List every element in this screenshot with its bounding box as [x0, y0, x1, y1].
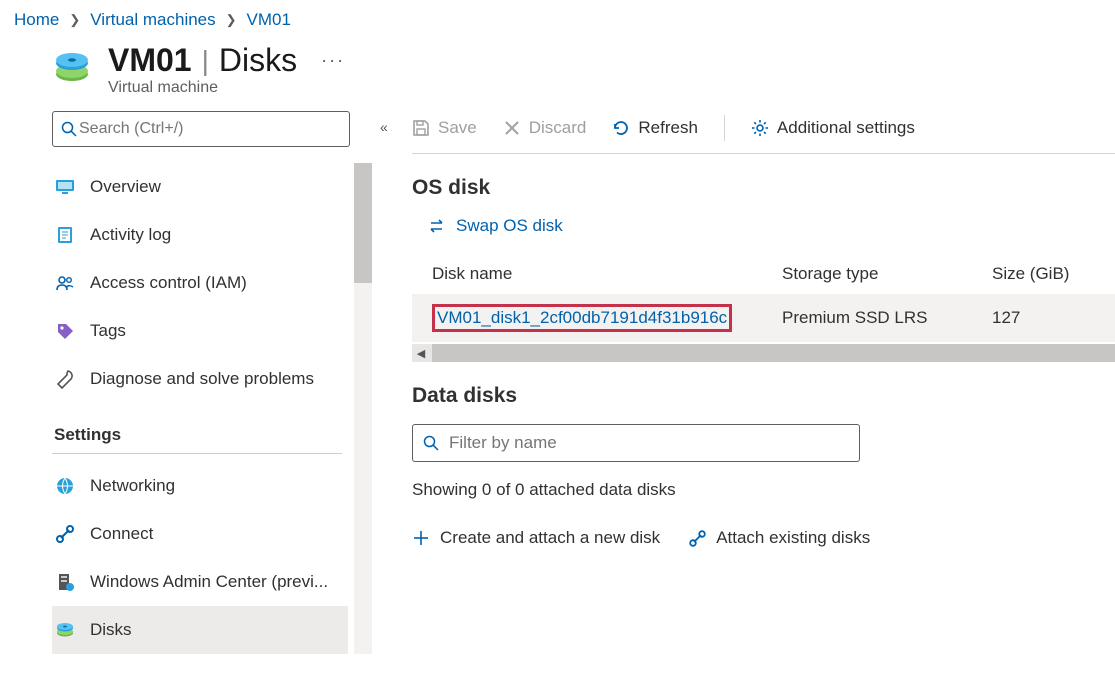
log-icon: [54, 225, 76, 245]
sidebar-item-label: Activity log: [90, 225, 171, 245]
breadcrumb-vm01[interactable]: VM01: [247, 10, 291, 30]
scroll-left-arrow[interactable]: ◀: [412, 347, 430, 360]
plus-icon: [412, 529, 430, 547]
disks-resource-icon: [52, 48, 92, 88]
page-title-main: VM01: [108, 42, 192, 79]
sidebar-item-diagnose[interactable]: Diagnose and solve problems: [52, 355, 348, 403]
breadcrumb: Home ❯ Virtual machines ❯ VM01: [0, 0, 1115, 42]
save-icon: [412, 119, 430, 137]
swap-os-disk-label: Swap OS disk: [456, 216, 563, 236]
sidebar-item-label: Disks: [90, 620, 132, 640]
tag-icon: [54, 321, 76, 341]
data-disks-filter[interactable]: [412, 424, 860, 462]
column-size-gib[interactable]: Size (GiB): [992, 264, 1115, 284]
monitor-icon: [54, 177, 76, 197]
os-disk-name-link[interactable]: VM01_disk1_2cf00db7191d4f31b916c: [437, 308, 727, 327]
search-icon: [61, 121, 77, 137]
page-header: VM01 | Disks ··· Virtual machine: [0, 42, 1115, 111]
save-button[interactable]: Save: [412, 118, 477, 138]
people-icon: [54, 273, 76, 293]
sidebar-group-settings: Settings: [52, 403, 342, 454]
sidebar: « Overview Activity log Access co: [0, 111, 372, 654]
sidebar-item-activity-log[interactable]: Activity log: [52, 211, 348, 259]
sidebar-item-label: Access control (IAM): [90, 273, 247, 293]
resource-type-label: Virtual machine: [108, 79, 1097, 97]
page-title-section: Disks: [219, 42, 297, 79]
table-row: VM01_disk1_2cf00db7191d4f31b916c Premium…: [412, 294, 1115, 342]
os-disk-size: 127: [992, 308, 1115, 328]
attach-existing-disks-button[interactable]: Attach existing disks: [688, 528, 870, 548]
title-separator: |: [202, 45, 209, 77]
breadcrumb-home[interactable]: Home: [14, 10, 59, 30]
connect-icon: [54, 524, 76, 544]
data-disks-section-title: Data disks: [412, 384, 1115, 408]
sidebar-item-label: Windows Admin Center (previ...: [90, 572, 328, 592]
gear-icon: [751, 119, 769, 137]
create-attach-disk-button[interactable]: Create and attach a new disk: [412, 528, 660, 548]
additional-settings-button[interactable]: Additional settings: [751, 118, 915, 138]
sidebar-item-label: Tags: [90, 321, 126, 341]
column-storage-type[interactable]: Storage type: [782, 264, 992, 284]
breadcrumb-virtual-machines[interactable]: Virtual machines: [90, 10, 215, 30]
breadcrumb-separator: ❯: [63, 12, 86, 28]
attach-icon: [688, 529, 706, 547]
search-input[interactable]: [77, 119, 341, 139]
sidebar-item-label: Overview: [90, 177, 161, 197]
sidebar-item-label: Networking: [90, 476, 175, 496]
toolbar-divider: [724, 115, 725, 141]
refresh-button[interactable]: Refresh: [612, 118, 698, 138]
swap-icon: [428, 217, 446, 235]
discard-label: Discard: [529, 118, 587, 138]
wrench-icon: [54, 369, 76, 389]
disks-icon: [54, 620, 76, 640]
toolbar: Save Discard Refresh Additional settings: [412, 111, 1115, 154]
os-disk-name-highlight: VM01_disk1_2cf00db7191d4f31b916c: [432, 304, 732, 332]
discard-button[interactable]: Discard: [503, 118, 587, 138]
breadcrumb-separator: ❯: [220, 12, 243, 28]
os-disk-storage-type: Premium SSD LRS: [782, 308, 992, 328]
filter-input[interactable]: [447, 432, 849, 454]
horizontal-scrollbar[interactable]: ◀: [412, 344, 1115, 362]
create-attach-label: Create and attach a new disk: [440, 528, 660, 548]
globe-icon: [54, 476, 76, 496]
column-disk-name[interactable]: Disk name: [432, 264, 782, 284]
sidebar-item-networking[interactable]: Networking: [52, 462, 348, 510]
save-label: Save: [438, 118, 477, 138]
os-disk-table: Disk name Storage type Size (GiB) VM01_d…: [412, 254, 1115, 362]
scrollbar-thumb[interactable]: [432, 344, 1115, 362]
discard-icon: [503, 119, 521, 137]
sidebar-item-label: Connect: [90, 524, 153, 544]
sidebar-item-disks[interactable]: Disks: [52, 606, 348, 654]
sidebar-item-label: Diagnose and solve problems: [90, 369, 314, 389]
table-header-row: Disk name Storage type Size (GiB): [412, 254, 1115, 294]
additional-settings-label: Additional settings: [777, 118, 915, 138]
refresh-icon: [612, 119, 630, 137]
main-content: Save Discard Refresh Additional settings: [372, 111, 1115, 654]
sidebar-item-access-control[interactable]: Access control (IAM): [52, 259, 348, 307]
sidebar-item-windows-admin-center[interactable]: Windows Admin Center (previ...: [52, 558, 348, 606]
os-disk-section-title: OS disk: [412, 176, 1115, 200]
sidebar-item-connect[interactable]: Connect: [52, 510, 348, 558]
sidebar-search[interactable]: [52, 111, 350, 147]
attach-existing-label: Attach existing disks: [716, 528, 870, 548]
sidebar-scrollbar[interactable]: [354, 163, 372, 654]
refresh-label: Refresh: [638, 118, 698, 138]
server-icon: [54, 572, 76, 592]
sidebar-item-tags[interactable]: Tags: [52, 307, 348, 355]
filter-icon: [423, 435, 439, 451]
data-disks-status: Showing 0 of 0 attached data disks: [412, 480, 1115, 500]
more-actions-button[interactable]: ···: [303, 50, 345, 71]
sidebar-item-overview[interactable]: Overview: [52, 163, 348, 211]
swap-os-disk-button[interactable]: Swap OS disk: [412, 216, 1115, 236]
